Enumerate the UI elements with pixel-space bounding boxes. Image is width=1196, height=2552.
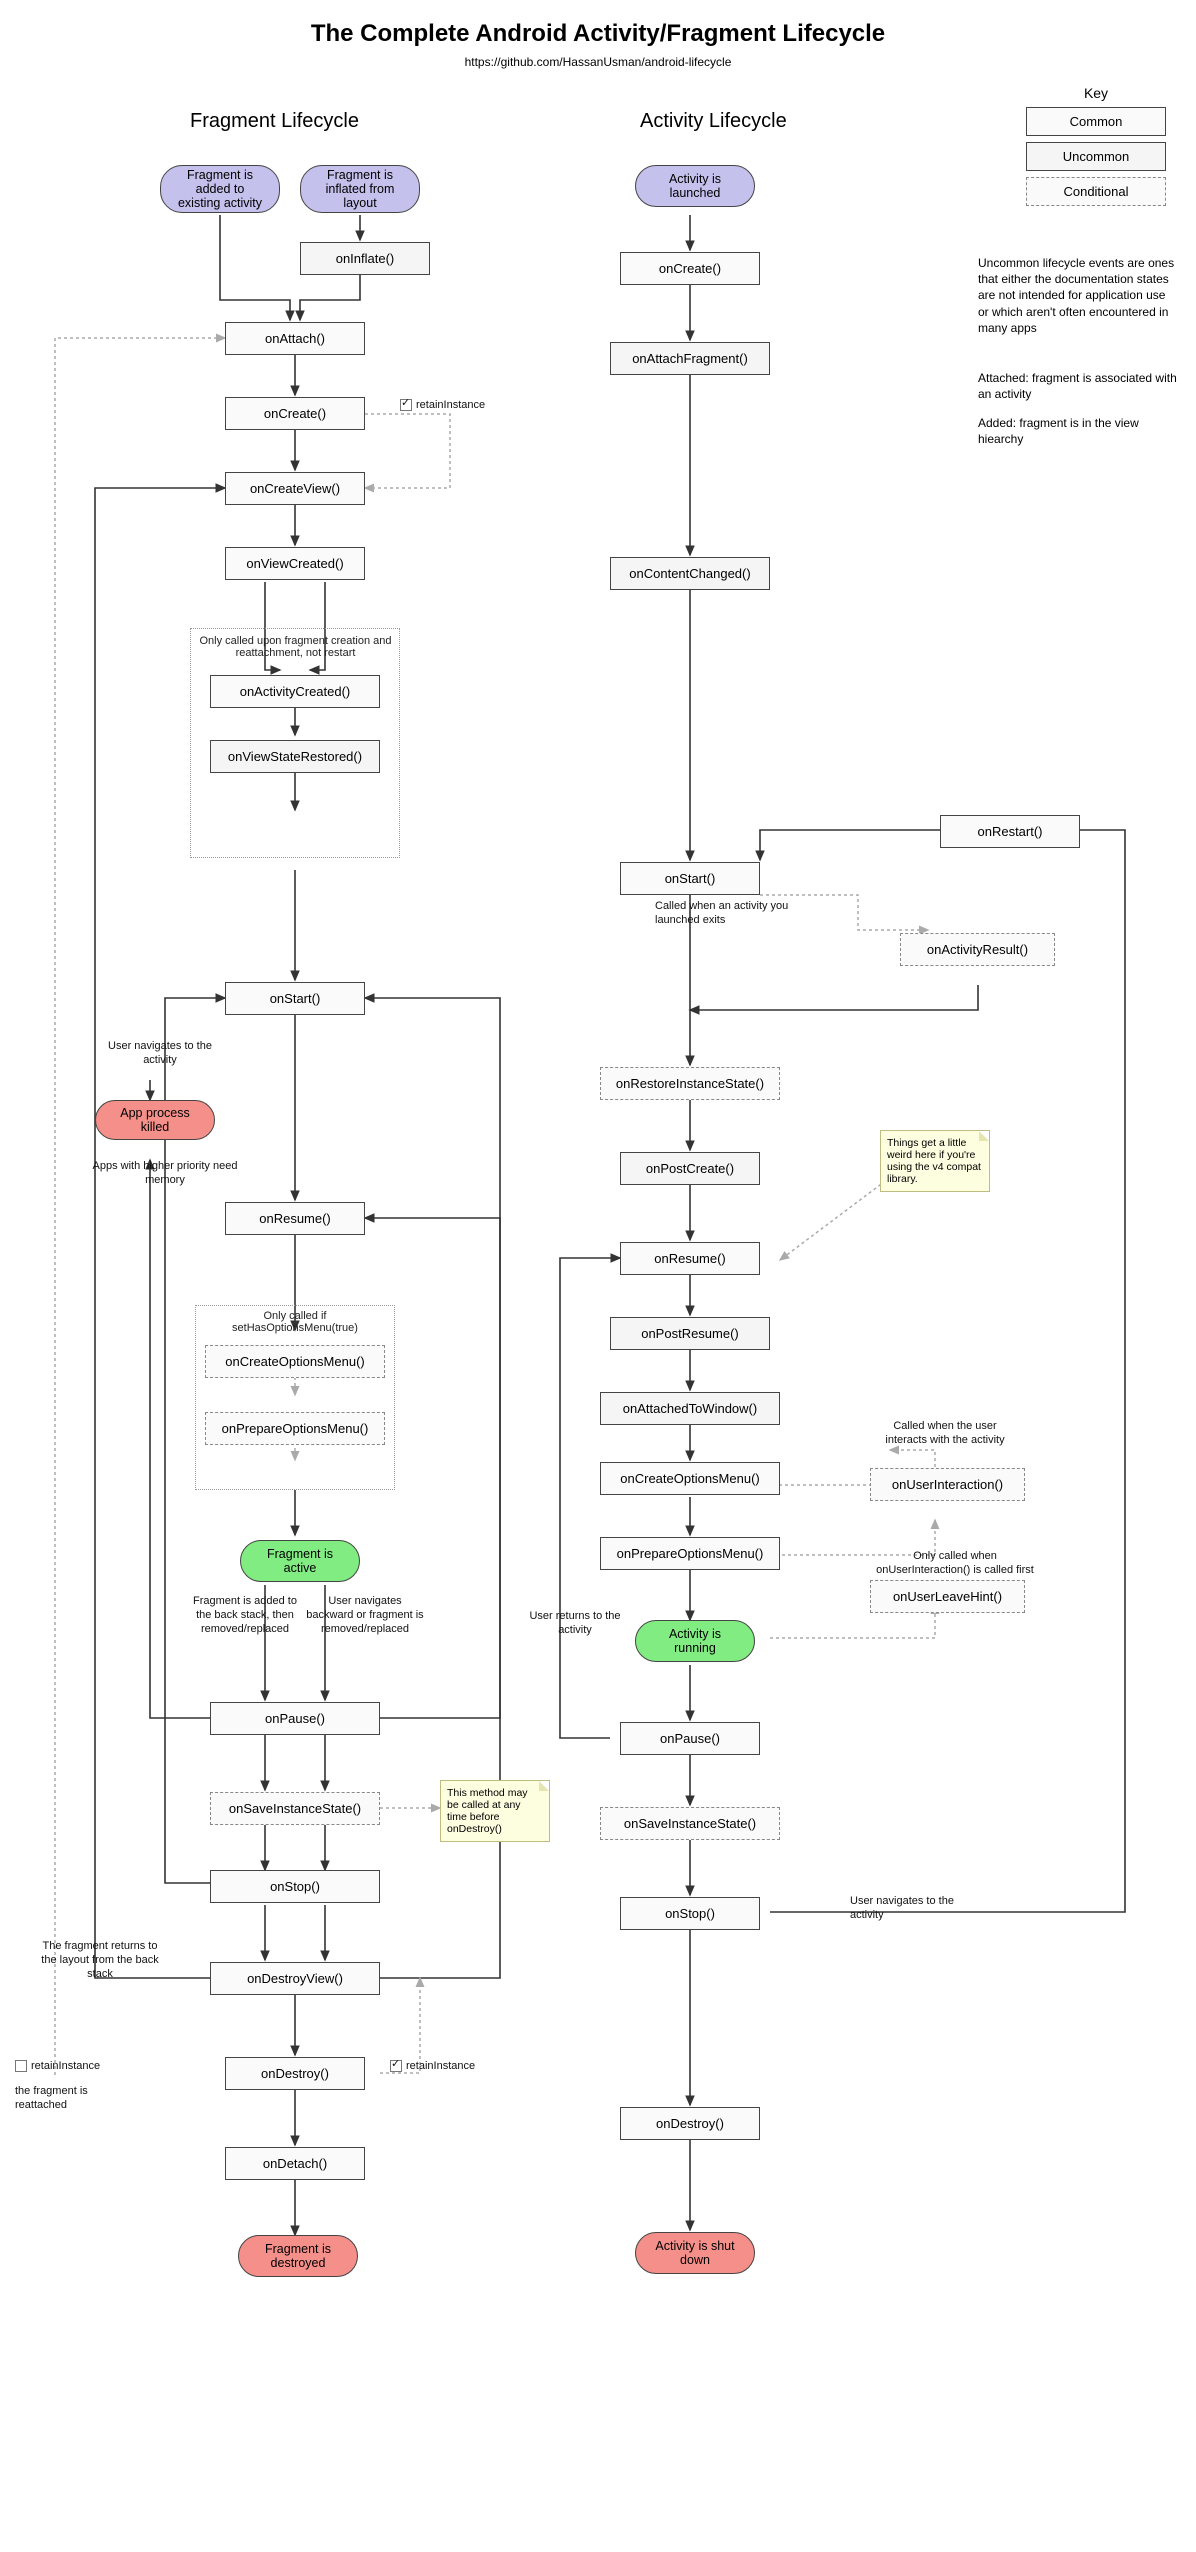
fragment-oninflate: onInflate(): [300, 242, 430, 275]
fragment-save-note: This method may be called at any time be…: [440, 1780, 550, 1842]
fragment-ondetach: onDetach(): [225, 2147, 365, 2180]
fragment-onattach: onAttach(): [225, 322, 365, 355]
activity-onpostresume: onPostResume(): [610, 1317, 770, 1350]
fragment-added-back: Fragment is added to the back stack, the…: [185, 1595, 305, 1636]
activity-onattachedwindow: onAttachedToWindow(): [600, 1392, 780, 1425]
app-killed: App process killed: [95, 1100, 215, 1140]
activity-onactivityresult: onActivityResult(): [900, 933, 1055, 966]
fragment-onprepareoptions: onPrepareOptionsMenu(): [205, 1412, 385, 1445]
fragment-onsaveinstance: onSaveInstanceState(): [210, 1792, 380, 1825]
fragment-user-nav: User navigates to the activity: [95, 1040, 225, 1068]
activity-oncreateoptions: onCreateOptionsMenu(): [600, 1462, 780, 1495]
activity-launched: Activity is launched: [635, 165, 755, 207]
activity-weird-note: Things get a little weird here if you're…: [880, 1130, 990, 1192]
activity-user-interacts: Called when the user interacts with the …: [880, 1420, 1010, 1448]
activity-onpostcreate: onPostCreate(): [620, 1152, 760, 1185]
lifecycle-diagram: The Complete Android Activity/Fragment L…: [0, 0, 1196, 2552]
fragment-start-added: Fragment is added to existing activity: [160, 165, 280, 213]
activity-onuserleavehint: onUserLeaveHint(): [870, 1580, 1025, 1613]
retain-ck-bottom: retainInstance: [390, 2060, 475, 2074]
activity-onstart: onStart(): [620, 862, 760, 895]
fragment-onstop: onStop(): [210, 1870, 380, 1903]
fragment-onviewcreated: onViewCreated(): [225, 547, 365, 580]
fragment-oncreateview: onCreateView(): [225, 472, 365, 505]
fragment-active: Fragment is active: [240, 1540, 360, 1582]
activity-user-interaction: onUserInteraction(): [870, 1468, 1025, 1501]
fragment-ondestroyview: onDestroyView(): [210, 1962, 380, 1995]
edges-svg: [0, 0, 1196, 2552]
activity-oncreate: onCreate(): [620, 252, 760, 285]
fragment-onviewstaterestored: onViewStateRestored(): [210, 740, 380, 773]
retain-ck-top: retainInstance: [400, 399, 485, 413]
activity-onprepareoptions: onPrepareOptionsMenu(): [600, 1537, 780, 1570]
fragment-options-label: Only called if setHasOptionsMenu(true): [220, 1310, 370, 1334]
fragment-destroyed: Fragment is destroyed: [238, 2235, 358, 2277]
activity-shutdown: Activity is shut down: [635, 2232, 755, 2274]
retain-ck-left: retainInstance: [15, 2060, 100, 2074]
fragment-onpause: onPause(): [210, 1702, 380, 1735]
activity-user-returns: User returns to the activity: [525, 1610, 625, 1638]
activity-oncontentchanged: onContentChanged(): [610, 557, 770, 590]
activity-onrestoreinstance: onRestoreInstanceState(): [600, 1067, 780, 1100]
fragment-creation-label: Only called upon fragment creation and r…: [198, 635, 393, 659]
activity-exit-note: Called when an activity you launched exi…: [655, 900, 805, 928]
activity-onattachfragment: onAttachFragment(): [610, 342, 770, 375]
activity-onpause: onPause(): [620, 1722, 760, 1755]
activity-onstop: onStop(): [620, 1897, 760, 1930]
fragment-reattached: the fragment is reattached: [15, 2085, 125, 2113]
activity-ondestroy: onDestroy(): [620, 2107, 760, 2140]
fragment-start-inflated: Fragment is inflated from layout: [300, 165, 420, 213]
fragment-user-backnav: User navigates backward or fragment is r…: [305, 1595, 425, 1636]
fragment-ondestroy: onDestroy(): [225, 2057, 365, 2090]
fragment-onresume: onResume(): [225, 1202, 365, 1235]
activity-leavehint-label: Only called when onUserInteraction() is …: [870, 1550, 1040, 1578]
fragment-return-layout: The fragment returns to the layout from …: [40, 1940, 160, 1981]
fragment-onstart: onStart(): [225, 982, 365, 1015]
activity-onresume: onResume(): [620, 1242, 760, 1275]
fragment-oncreateoptions: onCreateOptionsMenu(): [205, 1345, 385, 1378]
activity-onsaveinstance: onSaveInstanceState(): [600, 1807, 780, 1840]
fragment-onactivitycreated: onActivityCreated(): [210, 675, 380, 708]
fragment-oncreate: onCreate(): [225, 397, 365, 430]
activity-user-nav-away: User navigates to the activity: [850, 1895, 980, 1923]
fragment-high-priority: Apps with higher priority need memory: [85, 1160, 245, 1188]
activity-onrestart: onRestart(): [940, 815, 1080, 848]
activity-running: Activity is running: [635, 1620, 755, 1662]
